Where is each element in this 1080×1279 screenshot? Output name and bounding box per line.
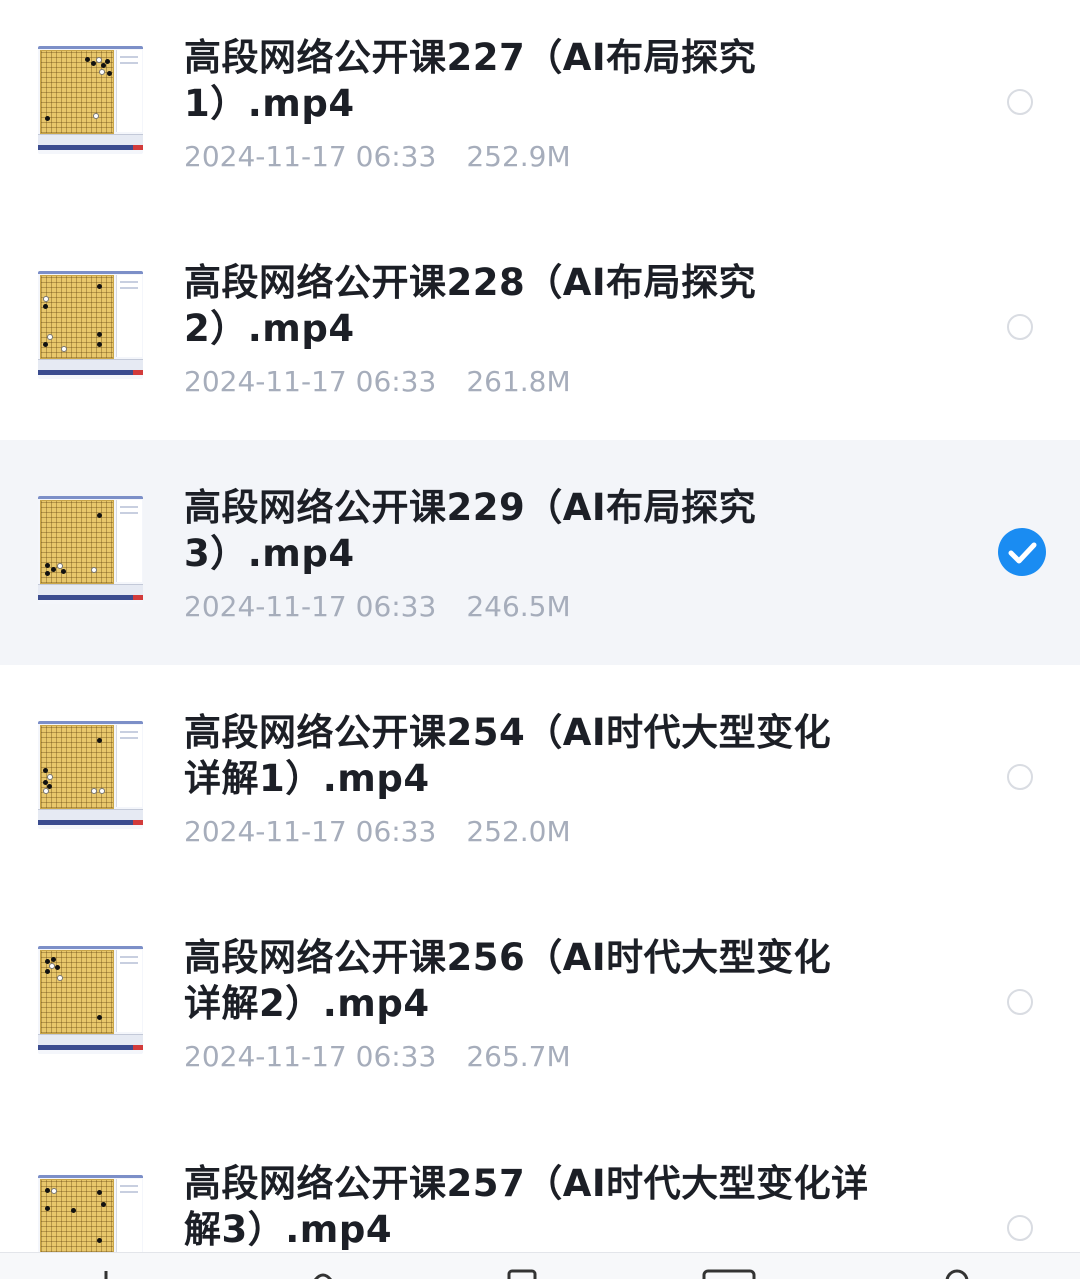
- radio-unchecked-icon[interactable]: [1007, 989, 1033, 1015]
- file-title-line: 1）.mp4: [184, 82, 355, 125]
- file-row[interactable]: 高段网络公开课228（AI布局探究 2）.mp4 2024-11-17 06:3…: [0, 225, 1080, 450]
- file-size: 246.5M: [466, 590, 571, 623]
- checkmark-circle-icon[interactable]: [998, 528, 1046, 576]
- file-row[interactable]: 高段网络公开课227（AI布局探究 1）.mp4 2024-11-17 06:3…: [0, 0, 1080, 225]
- file-title: 高段网络公开课227（AI布局探究 1）.mp4: [184, 35, 924, 127]
- radio-unchecked-icon[interactable]: [1007, 314, 1033, 340]
- file-meta: 2024-11-17 06:33 261.8M: [184, 365, 571, 399]
- file-date: 2024-11-17 06:33: [184, 590, 437, 623]
- file-title-line: 详解1）.mp4: [184, 757, 430, 800]
- video-thumbnail-icon: [38, 46, 143, 154]
- file-title-line: 详解2）.mp4: [184, 982, 430, 1025]
- file-title-line: 高段网络公开课257（AI时代大型变化详: [184, 1162, 869, 1205]
- file-list: 高段网络公开课227（AI布局探究 1）.mp4 2024-11-17 06:3…: [0, 0, 1080, 1252]
- file-size: 261.8M: [466, 365, 571, 398]
- file-date: 2024-11-17 06:33: [184, 140, 437, 173]
- file-title: 高段网络公开课229（AI布局探究 3）.mp4: [184, 485, 924, 577]
- video-thumbnail-icon: [38, 1175, 143, 1252]
- radio-unchecked-icon[interactable]: [1007, 89, 1033, 115]
- file-title-line: 高段网络公开课228（AI布局探究: [184, 261, 757, 304]
- radio-unchecked-icon[interactable]: [1007, 764, 1033, 790]
- file-row-selected[interactable]: 高段网络公开课229（AI布局探究 3）.mp4 2024-11-17 06:3…: [0, 440, 1080, 665]
- file-date: 2024-11-17 06:33: [184, 815, 437, 848]
- file-size: 252.0M: [466, 815, 571, 848]
- file-size: 252.9M: [466, 140, 571, 173]
- radio-unchecked-icon[interactable]: [1007, 1215, 1033, 1241]
- file-meta: 2024-11-17 06:33 252.9M: [184, 140, 571, 174]
- file-title-line: 解3）.mp4: [184, 1208, 393, 1251]
- file-title: 高段网络公开课254（AI时代大型变化 详解1）.mp4: [184, 710, 924, 802]
- file-title-line: 2）.mp4: [184, 307, 355, 350]
- file-title: 高段网络公开课256（AI时代大型变化 详解2）.mp4: [184, 935, 924, 1027]
- file-date: 2024-11-17 06:33: [184, 1040, 437, 1073]
- file-meta: 2024-11-17 06:33 252.0M: [184, 815, 571, 849]
- file-row[interactable]: 高段网络公开课257（AI时代大型变化详 解3）.mp4: [0, 1115, 1080, 1252]
- file-row[interactable]: 高段网络公开课254（AI时代大型变化 详解1）.mp4 2024-11-17 …: [0, 665, 1080, 890]
- file-meta: 2024-11-17 06:33 246.5M: [184, 590, 571, 624]
- file-date: 2024-11-17 06:33: [184, 365, 437, 398]
- file-title: 高段网络公开课228（AI布局探究 2）.mp4: [184, 260, 924, 352]
- bottom-toolbar: [0, 1252, 1080, 1279]
- video-thumbnail-icon: [38, 496, 143, 604]
- file-title-line: 高段网络公开课256（AI时代大型变化: [184, 936, 832, 979]
- video-thumbnail-icon: [38, 271, 143, 379]
- video-thumbnail-icon: [38, 946, 143, 1054]
- file-title-line: 3）.mp4: [184, 532, 355, 575]
- file-title-line: 高段网络公开课227（AI布局探究: [184, 36, 757, 79]
- video-thumbnail-icon: [38, 721, 143, 829]
- file-row[interactable]: 高段网络公开课256（AI时代大型变化 详解2）.mp4 2024-11-17 …: [0, 890, 1080, 1115]
- file-title-line: 高段网络公开课254（AI时代大型变化: [184, 711, 832, 754]
- file-meta: 2024-11-17 06:33 265.7M: [184, 1040, 571, 1074]
- file-title: 高段网络公开课257（AI时代大型变化详 解3）.mp4: [184, 1161, 984, 1252]
- file-title-line: 高段网络公开课229（AI布局探究: [184, 486, 757, 529]
- file-size: 265.7M: [466, 1040, 571, 1073]
